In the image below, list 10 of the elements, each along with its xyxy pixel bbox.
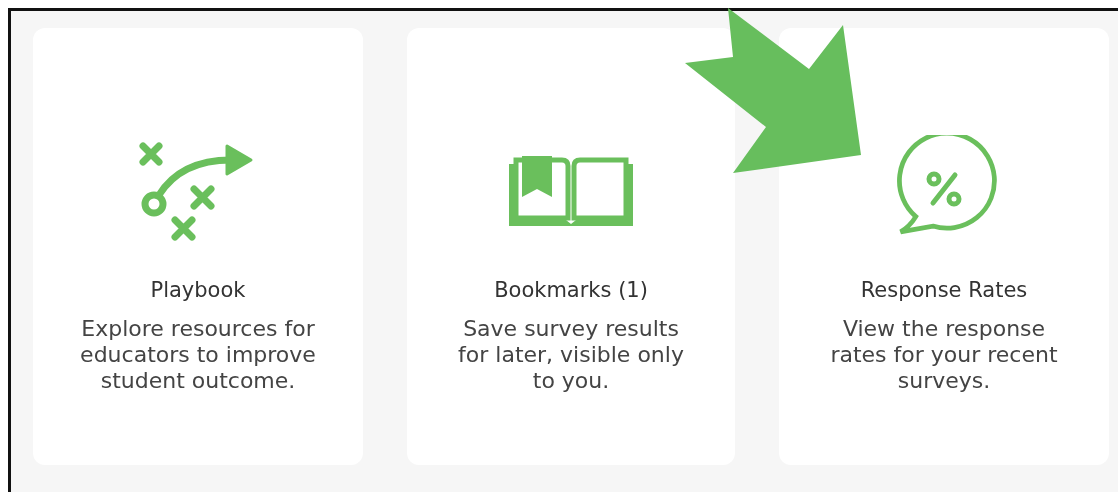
card-description: Save survey results for later, visible only to you.	[457, 316, 685, 394]
card-title: Playbook	[150, 278, 246, 302]
card-title: Bookmarks (1)	[494, 278, 648, 302]
arrow-icon	[683, 8, 863, 176]
card-description: Explore resources for educators to improve student outcome.	[79, 316, 317, 394]
card-background[interactable]: Response Rates View the response rates for your recent surveys.	[779, 28, 1109, 465]
card-description: View the response rates for your recent surveys.	[829, 316, 1059, 394]
card-title: Response Rates	[860, 278, 1028, 302]
card-background[interactable]: Playbook Explore resources for educators to improve student outcome.	[33, 28, 363, 465]
card-background[interactable]: Bookmarks (1) Save survey results for later, visible only to you.	[407, 28, 735, 465]
